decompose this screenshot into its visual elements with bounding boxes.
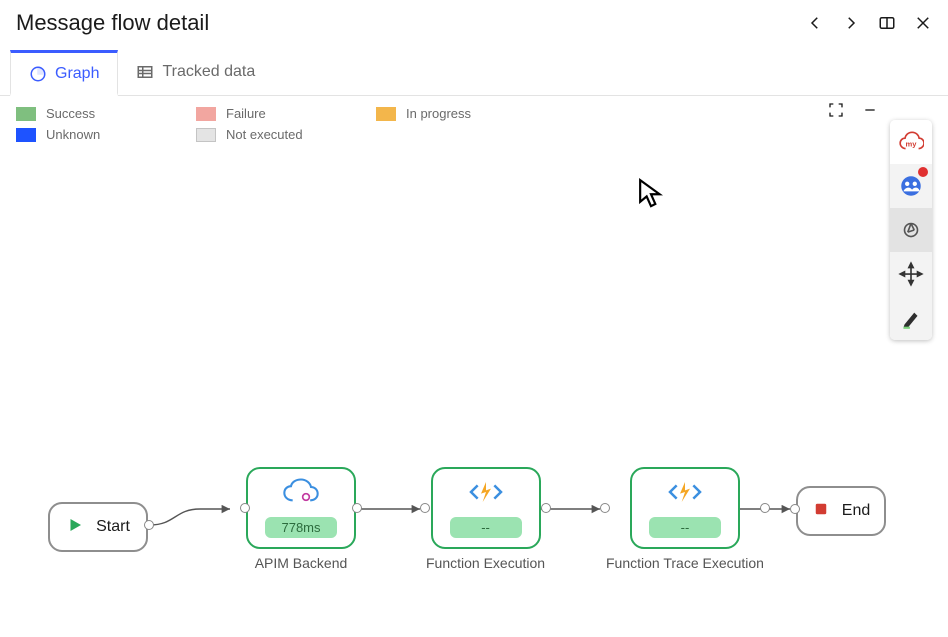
tab-graph[interactable]: Graph — [10, 50, 118, 96]
legend-success: Success — [16, 106, 196, 121]
flow-node-start[interactable]: Start — [48, 502, 148, 552]
tab-tracked-label: Tracked data — [162, 63, 255, 81]
function-icon — [466, 478, 506, 511]
timing-chip: 778ms — [265, 517, 337, 538]
tab-graph-label: Graph — [55, 65, 99, 83]
notification-badge — [918, 167, 928, 177]
flow-end-label: End — [842, 502, 870, 520]
prev-icon[interactable] — [806, 14, 824, 32]
play-icon — [66, 516, 84, 539]
panel-icon[interactable] — [878, 14, 896, 32]
close-icon[interactable] — [914, 14, 932, 32]
legend-unknown: Unknown — [16, 127, 196, 142]
flow-node-end[interactable]: End — [796, 486, 886, 536]
flow-node-function-exec[interactable]: -- Function Execution — [426, 467, 545, 572]
timing-chip: -- — [450, 517, 522, 538]
side-toolbar: my — [890, 120, 932, 340]
cursor-icon — [638, 178, 664, 208]
svg-text:my: my — [906, 139, 918, 148]
legend-failure: Failure — [196, 106, 376, 121]
zoom-out-icon[interactable] — [862, 102, 878, 118]
cloud-icon — [281, 478, 321, 511]
tab-tracked-data[interactable]: Tracked data — [118, 50, 273, 95]
page-title: Message flow detail — [16, 10, 209, 36]
fullscreen-icon[interactable] — [828, 102, 844, 118]
tool-move[interactable] — [890, 252, 932, 296]
next-icon[interactable] — [842, 14, 860, 32]
flow-canvas[interactable]: Start 778ms APIM Backend -- — [0, 457, 948, 597]
flow-start-label: Start — [96, 518, 130, 536]
tool-highlighter[interactable] — [890, 296, 932, 340]
function-icon — [665, 478, 705, 511]
timing-chip: -- — [649, 517, 721, 538]
legend-inprogress: In progress — [376, 106, 556, 121]
tool-aperture[interactable] — [890, 208, 932, 252]
tool-my[interactable]: my — [890, 120, 932, 164]
flow-node-function-trace[interactable]: -- Function Trace Execution — [606, 467, 764, 572]
flow-node-label: APIM Backend — [255, 555, 348, 572]
stop-icon — [812, 500, 830, 523]
tool-users[interactable] — [890, 164, 932, 208]
flow-node-label: Function Execution — [426, 555, 545, 572]
flow-node-label: Function Trace Execution — [606, 555, 764, 572]
flow-node-apim[interactable]: 778ms APIM Backend — [246, 467, 356, 572]
legend-notexecuted: Not executed — [196, 127, 376, 142]
